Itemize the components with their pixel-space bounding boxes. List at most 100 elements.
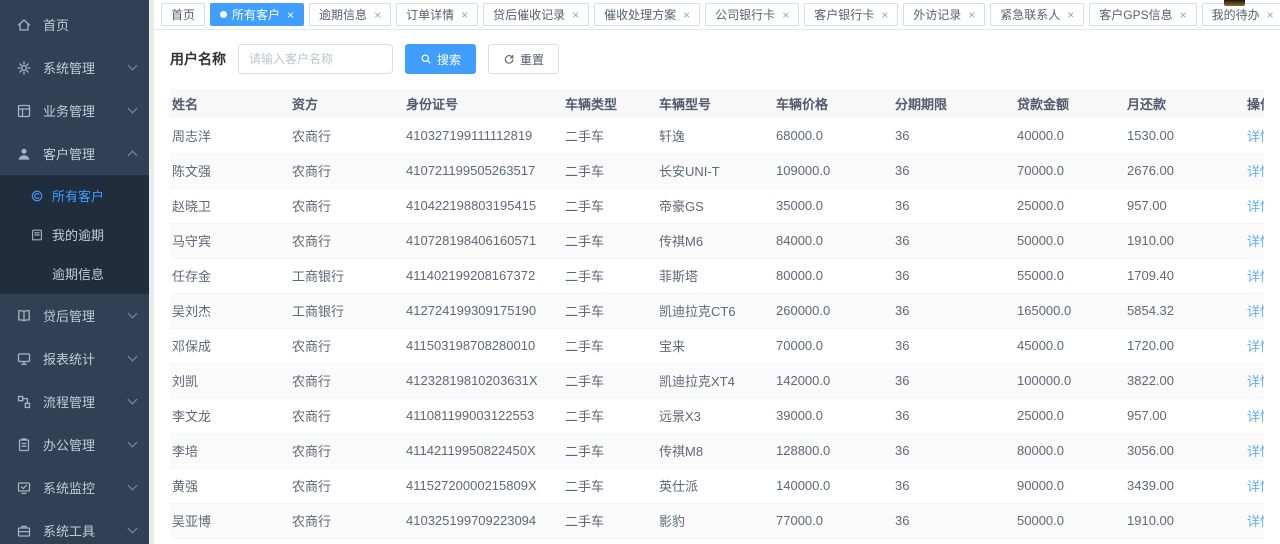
sidebar-menu: 首页系统管理业务管理客户管理所有客户我的逾期逾期信息贷后管理报表统计流程管理办公… xyxy=(0,0,154,544)
sidebar-item-monitor[interactable]: 系统监控 xyxy=(0,466,154,509)
cell-vehicle-type: 二手车 xyxy=(563,363,657,398)
cell-term: 36 xyxy=(893,258,1015,293)
cell-id-number: 411503198708280010 xyxy=(404,328,563,363)
close-icon[interactable]: × xyxy=(1180,9,1187,21)
close-icon[interactable]: × xyxy=(1067,9,1074,21)
book-icon xyxy=(30,228,44,242)
close-icon[interactable]: × xyxy=(572,9,579,21)
tab-item[interactable]: 订单详情× xyxy=(396,3,478,26)
tab-item[interactable]: 所有客户× xyxy=(210,3,304,26)
close-icon[interactable]: × xyxy=(287,9,294,21)
sidebar-item-overdue-info[interactable]: 逾期信息 xyxy=(0,254,154,293)
tab-item[interactable]: 首页 xyxy=(161,3,205,26)
close-icon[interactable]: × xyxy=(881,9,888,21)
gear-icon xyxy=(16,60,32,76)
tab-item[interactable]: 客户GPS信息× xyxy=(1089,3,1196,26)
cell-monthly-payment: 2676.00 xyxy=(1125,153,1245,188)
sidebar-item-office[interactable]: 办公管理 xyxy=(0,423,154,466)
sidebar-item-label: 系统监控 xyxy=(43,478,129,497)
sidebar-item-business[interactable]: 业务管理 xyxy=(0,89,154,132)
tab-item[interactable]: 我的待办× xyxy=(1202,3,1280,26)
sidebar-item-process[interactable]: 流程管理 xyxy=(0,380,154,423)
detail-link[interactable]: 详情 xyxy=(1247,479,1264,494)
tab-strip: 首页所有客户×逾期信息×订单详情×贷后催收记录×催收处理方案×公司银行卡×客户银… xyxy=(161,3,1280,26)
table-row: 黄强农商行41152720000215809X二手车英仕派140000.0369… xyxy=(170,468,1264,503)
cell-funder: 农商行 xyxy=(290,503,404,538)
cell-name: 陈文强 xyxy=(170,153,290,188)
tab-item[interactable]: 公司银行卡× xyxy=(705,3,799,26)
chevron-down-icon xyxy=(128,524,138,534)
tab-item[interactable]: 客户银行卡× xyxy=(804,3,898,26)
cell-vehicle-type: 二手车 xyxy=(563,223,657,258)
close-icon[interactable]: × xyxy=(968,9,975,21)
cell-vehicle-price: 140000.0 xyxy=(774,468,893,503)
detail-link[interactable]: 详情 xyxy=(1247,304,1264,319)
cell-vehicle-model: 英仕派 xyxy=(657,468,774,503)
chevron-down-icon xyxy=(128,104,138,114)
detail-link[interactable]: 详情 xyxy=(1247,164,1264,179)
cell-vehicle-model: 远景X3 xyxy=(657,398,774,433)
cell-loan-amount xyxy=(1015,538,1125,544)
avatar-cut-icon[interactable] xyxy=(1224,0,1245,6)
detail-link[interactable]: 详情 xyxy=(1247,514,1264,529)
tab-item[interactable]: 逾期信息× xyxy=(309,3,391,26)
detail-link[interactable]: 详情 xyxy=(1247,234,1264,249)
sidebar-item-tools[interactable]: 系统工具 xyxy=(0,509,154,544)
close-icon[interactable]: × xyxy=(374,9,381,21)
sidebar-item-all-customers[interactable]: 所有客户 xyxy=(0,176,154,215)
sidebar-item-postloan[interactable]: 贷后管理 xyxy=(0,294,154,337)
column-header: 身份证号 xyxy=(404,89,563,118)
close-icon[interactable]: × xyxy=(683,9,690,21)
cell-vehicle-model: 长安UNI-T xyxy=(657,153,774,188)
sidebar-item-my-overdue[interactable]: 我的逾期 xyxy=(0,215,154,254)
close-icon[interactable]: × xyxy=(782,9,789,21)
sidebar-item-report[interactable]: 报表统计 xyxy=(0,337,154,380)
cell-action: 详情 xyxy=(1245,468,1264,503)
detail-link[interactable]: 详情 xyxy=(1247,339,1264,354)
cell-name: 刘凯 xyxy=(170,363,290,398)
search-button[interactable]: 搜索 xyxy=(405,44,476,74)
chevron-up-icon xyxy=(128,151,138,161)
close-icon[interactable]: × xyxy=(461,9,468,21)
detail-link[interactable]: 详情 xyxy=(1247,129,1264,144)
detail-link[interactable]: 详情 xyxy=(1247,409,1264,424)
sidebar-item-system[interactable]: 系统管理 xyxy=(0,46,154,89)
tab-label: 外访记录 xyxy=(913,6,961,23)
cell-funder: 农商行 xyxy=(290,398,404,433)
cell-term: 36 xyxy=(893,503,1015,538)
sidebar-item-home[interactable]: 首页 xyxy=(0,3,154,46)
cell-name: 黄强 xyxy=(170,468,290,503)
reset-button[interactable]: 重置 xyxy=(488,44,559,74)
detail-link[interactable]: 详情 xyxy=(1247,374,1264,389)
home-icon xyxy=(16,17,32,33)
tab-item[interactable]: 贷后催收记录× xyxy=(483,3,589,26)
column-header: 车辆型号 xyxy=(657,89,774,118)
cell-vehicle-model: 宝来 xyxy=(657,328,774,363)
sidebar-item-customer[interactable]: 客户管理 xyxy=(0,132,154,175)
tab-item[interactable]: 紧急联系人× xyxy=(990,3,1084,26)
tab-item[interactable]: 催收处理方案× xyxy=(594,3,700,26)
search-icon xyxy=(420,53,432,65)
sidebar-submenu: 所有客户我的逾期逾期信息 xyxy=(0,175,154,294)
detail-link[interactable]: 详情 xyxy=(1247,444,1264,459)
content-panel: 用户名称 搜索 重置 xyxy=(154,30,1280,544)
cell-term: 36 xyxy=(893,398,1015,433)
cell-monthly-payment xyxy=(1125,538,1245,544)
cell-funder: 农商行 xyxy=(290,363,404,398)
search-input[interactable] xyxy=(238,44,393,74)
cell-loan-amount: 90000.0 xyxy=(1015,468,1125,503)
cell-vehicle-type: 二手车 xyxy=(563,188,657,223)
detail-link[interactable]: 详情 xyxy=(1247,199,1264,214)
panel-icon xyxy=(16,103,32,119)
detail-link[interactable]: 详情 xyxy=(1247,269,1264,284)
tab-item[interactable]: 外访记录 × xyxy=(903,3,985,26)
cell-vehicle-model: 凯迪拉克XT4 xyxy=(657,363,774,398)
cell-vehicle-type: 二手车 xyxy=(563,293,657,328)
cell-id-number: 412724199309175190 xyxy=(404,293,563,328)
cell-vehicle-type: 二手车 xyxy=(563,328,657,363)
cell-monthly-payment: 1910.00 xyxy=(1125,503,1245,538)
close-icon[interactable]: × xyxy=(1267,9,1274,21)
cell-vehicle-price: 70000.0 xyxy=(774,328,893,363)
cell-vehicle-model: 传祺M8 xyxy=(657,433,774,468)
cell-vehicle-price: 68000.0 xyxy=(774,118,893,153)
